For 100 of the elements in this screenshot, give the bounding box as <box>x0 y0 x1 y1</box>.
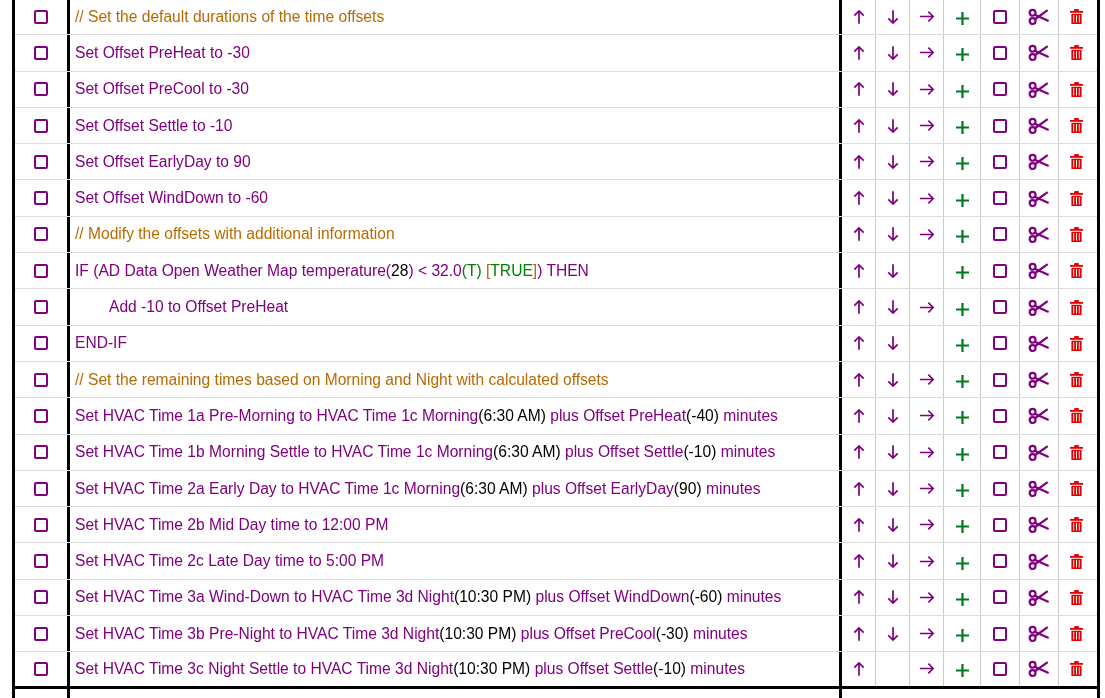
checkbox[interactable] <box>993 118 1007 133</box>
right-arrow-icon[interactable] <box>918 10 935 24</box>
add-icon[interactable] <box>955 12 969 26</box>
down-arrow-icon[interactable] <box>886 516 899 533</box>
add-icon[interactable] <box>955 664 969 678</box>
checkbox[interactable] <box>993 336 1007 351</box>
scissors-icon[interactable] <box>1028 116 1050 136</box>
trash-icon[interactable] <box>1070 481 1083 496</box>
trash-icon[interactable] <box>1070 45 1083 61</box>
add-icon[interactable] <box>955 157 969 171</box>
checkbox[interactable] <box>993 445 1007 460</box>
add-icon[interactable] <box>955 302 969 316</box>
up-arrow-icon[interactable] <box>852 299 865 315</box>
add-icon[interactable] <box>955 556 969 570</box>
down-arrow-icon[interactable] <box>886 153 899 170</box>
down-arrow-icon[interactable] <box>886 553 899 570</box>
code-line[interactable]: Add -10 to Offset PreHeat <box>75 298 289 316</box>
trash-icon[interactable] <box>1070 335 1083 351</box>
code-line[interactable]: // Modify the offsets with additional information <box>75 225 395 244</box>
code-line[interactable]: Set HVAC Time 1b Morning Settle to HVAC Time 1c Morning(6:30 AM) plus Offset Settle(-10) minutes <box>75 443 776 462</box>
scissors-icon[interactable] <box>1028 43 1050 63</box>
checkbox[interactable] <box>34 82 48 97</box>
right-arrow-icon[interactable] <box>918 482 935 495</box>
down-arrow-icon[interactable] <box>886 407 899 424</box>
code-line[interactable]: Set Offset PreCool to -30 <box>75 80 249 99</box>
checkbox[interactable] <box>993 45 1007 60</box>
checkbox[interactable] <box>34 445 48 460</box>
code-line[interactable]: Set Offset Settle to -10 <box>75 116 233 135</box>
down-arrow-icon[interactable] <box>886 444 899 461</box>
checkbox[interactable] <box>34 300 48 314</box>
code-line[interactable]: IF (AD Data Open Weather Map temperature(28) < 32.0(T) [TRUE]) THEN <box>75 261 589 280</box>
checkbox[interactable] <box>993 372 1007 387</box>
scissors-icon[interactable] <box>1028 224 1050 244</box>
add-icon[interactable] <box>955 84 969 98</box>
trash-icon[interactable] <box>1070 626 1083 642</box>
up-arrow-icon[interactable] <box>852 81 865 98</box>
trash-icon[interactable] <box>1070 299 1083 315</box>
add-icon[interactable] <box>955 411 969 425</box>
up-arrow-icon[interactable] <box>852 371 865 388</box>
trash-icon[interactable] <box>1070 444 1083 460</box>
checkbox[interactable] <box>993 263 1007 278</box>
down-arrow-icon[interactable] <box>886 226 899 243</box>
down-arrow-icon[interactable] <box>886 299 899 315</box>
checkbox[interactable] <box>34 227 48 242</box>
down-arrow-icon[interactable] <box>886 262 899 279</box>
trash-icon[interactable] <box>1070 81 1083 97</box>
checkbox[interactable] <box>993 517 1007 532</box>
scissors-icon[interactable] <box>1028 659 1050 679</box>
right-arrow-icon[interactable] <box>918 627 935 641</box>
right-arrow-icon[interactable] <box>918 82 935 96</box>
add-icon[interactable] <box>955 193 969 207</box>
code-line[interactable]: Set HVAC Time 2a Early Day to HVAC Time 1c Morning(6:30 AM) plus Offset EarlyDay(90) minutes <box>75 479 761 498</box>
checkbox[interactable] <box>34 590 48 605</box>
down-arrow-icon[interactable] <box>886 8 899 25</box>
right-arrow-icon[interactable] <box>918 445 935 459</box>
scissors-icon[interactable] <box>1028 79 1050 99</box>
checkbox[interactable] <box>993 626 1007 641</box>
trash-icon[interactable] <box>1070 553 1083 569</box>
right-arrow-icon[interactable] <box>918 300 935 314</box>
right-arrow-icon[interactable] <box>918 554 935 568</box>
add-icon[interactable] <box>955 447 969 461</box>
code-line[interactable]: Set Offset WindDown to -60 <box>75 189 268 208</box>
scissors-icon[interactable] <box>1028 333 1050 353</box>
checkbox[interactable] <box>34 408 48 423</box>
add-icon[interactable] <box>955 48 969 62</box>
scissors-icon[interactable] <box>1028 624 1050 644</box>
trash-icon[interactable] <box>1070 9 1083 25</box>
up-arrow-icon[interactable] <box>852 553 865 570</box>
code-line[interactable]: Set HVAC Time 3b Pre-Night to HVAC Time 3d Night(10:30 PM) plus Offset PreCool(-30) minutes <box>75 624 748 643</box>
code-line[interactable]: // Set the remaining times based on Morning and Night with calculated offsets <box>75 370 609 389</box>
up-arrow-icon[interactable] <box>852 480 865 497</box>
down-arrow-icon[interactable] <box>886 335 899 352</box>
right-arrow-icon[interactable] <box>918 409 935 423</box>
up-arrow-icon[interactable] <box>852 262 865 279</box>
up-arrow-icon[interactable] <box>852 516 865 533</box>
code-line[interactable]: Set HVAC Time 3a Wind-Down to HVAC Time 3d Night(10:30 PM) plus Offset WindDown(-60) minutes <box>75 588 782 607</box>
add-icon[interactable] <box>955 592 969 606</box>
checkbox[interactable] <box>34 118 48 133</box>
code-line[interactable]: Set HVAC Time 2b Mid Day time to 12:00 PM <box>75 515 389 534</box>
up-arrow-icon[interactable] <box>852 407 865 424</box>
checkbox[interactable] <box>993 154 1007 169</box>
up-arrow-icon[interactable] <box>852 444 865 461</box>
code-line[interactable]: Set Offset EarlyDay to 90 <box>75 152 251 171</box>
checkbox[interactable] <box>993 82 1007 97</box>
down-arrow-icon[interactable] <box>886 44 899 61</box>
right-arrow-icon[interactable] <box>918 662 935 676</box>
checkbox[interactable] <box>993 227 1007 242</box>
down-arrow-icon[interactable] <box>886 625 899 642</box>
checkbox[interactable] <box>993 554 1007 569</box>
scissors-icon[interactable] <box>1028 479 1050 498</box>
up-arrow-icon[interactable] <box>852 8 865 25</box>
right-arrow-icon[interactable] <box>918 155 935 169</box>
add-icon[interactable] <box>955 484 969 497</box>
scissors-icon[interactable] <box>1028 515 1050 535</box>
checkbox[interactable] <box>993 590 1007 605</box>
code-line[interactable]: Set HVAC Time 3c Night Settle to HVAC Time 3d Night(10:30 PM) plus Offset Settle(-10) minutes <box>75 660 745 678</box>
right-arrow-icon[interactable] <box>918 119 935 133</box>
code-line[interactable]: Set HVAC Time 1a Pre-Morning to HVAC Time 1c Morning(6:30 AM) plus Offset PreHeat(-40) minutes <box>75 406 778 425</box>
checkbox[interactable] <box>993 300 1007 314</box>
scissors-icon[interactable] <box>1028 370 1050 390</box>
